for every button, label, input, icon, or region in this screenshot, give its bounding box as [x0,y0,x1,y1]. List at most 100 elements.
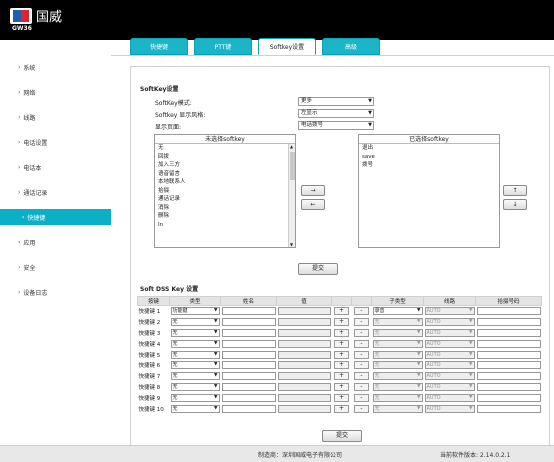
dss-line-select[interactable]: AUTO ▼ [424,328,475,337]
minus-button[interactable]: - [354,339,369,348]
list-item[interactable]: 语音留言 [155,170,295,179]
dss-value-input[interactable] [277,383,331,392]
list-item[interactable]: 删除 [155,212,295,221]
minus-button[interactable]: - [354,394,369,403]
scroll-down-icon[interactable]: ▼ [290,242,293,247]
selected-softkey-list[interactable]: 已选择softkey 退出 save 拨号 [358,134,500,248]
plus-button[interactable]: + [334,404,349,413]
plus-button[interactable]: + [334,383,349,392]
plus-button[interactable]: + [334,307,349,316]
scroll-up-icon[interactable]: ▲ [290,144,293,149]
minus-button[interactable]: - [354,383,369,392]
dss-value-input[interactable] [277,350,331,359]
plus-button[interactable]: + [334,328,349,337]
dss-subtype-select[interactable]: 无 ▼ [372,339,423,348]
dss-name-input[interactable] [221,307,276,316]
sidebar-item[interactable]: › 电话设置 [0,134,111,150]
dss-name-input[interactable] [221,339,276,348]
dss-type-select[interactable]: 无 ▼ [170,317,220,326]
minus-button[interactable]: - [354,328,369,337]
dss-pickup-input[interactable] [476,383,541,392]
dss-value-input[interactable] [277,394,331,403]
dss-subtype-select[interactable]: 无 ▼ [372,383,423,392]
dss-line-select[interactable]: AUTO ▼ [424,317,475,326]
dss-subtype-select[interactable]: 无 ▼ [372,317,423,326]
style-select[interactable]: 左显示 ▼ [298,109,374,118]
dss-name-input[interactable] [221,328,276,337]
dss-subtype-select[interactable]: 无 ▼ [372,404,423,413]
minus-button[interactable]: - [354,404,369,413]
sidebar-item[interactable]: › 网络 [0,84,111,100]
dss-line-select[interactable]: AUTO ▼ [424,339,475,348]
sidebar-item[interactable]: › 设备日志 [0,284,111,300]
dss-value-input[interactable] [277,328,331,337]
dss-name-input[interactable] [221,372,276,381]
softkey-submit-button[interactable]: 提交 [298,263,338,275]
dss-name-input[interactable] [221,350,276,359]
dss-pickup-input[interactable] [476,307,541,316]
dss-type-select[interactable]: 无 ▼ [170,339,220,348]
plus-button[interactable]: + [334,361,349,370]
minus-button[interactable]: - [354,372,369,381]
dss-value-input[interactable] [277,307,331,316]
dss-subtype-select[interactable]: 无 ▼ [372,372,423,381]
list-item[interactable]: 消除 [155,204,295,213]
unselected-softkey-list[interactable]: 未选择softkey 无回拨 加入三方 语音留言 本地联系人 拾掇 通话记录 消除 删除 In … [154,134,296,248]
dss-line-select[interactable]: AUTO ▼ [424,372,475,381]
sidebar-item[interactable]: › 系统 [0,59,111,75]
dss-name-input[interactable] [221,361,276,370]
dss-subtype-select[interactable]: 无 ▼ [372,350,423,359]
dss-subtype-select[interactable]: 无 ▼ [372,361,423,370]
dss-type-select[interactable]: 无 ▼ [170,383,220,392]
dss-line-select[interactable]: AUTO ▼ [424,404,475,413]
mode-select[interactable]: 更多 ▼ [298,97,374,106]
sidebar-item[interactable]: › 安全 [0,259,111,275]
dss-subtype-select[interactable]: 无 ▼ [372,394,423,403]
plus-button[interactable]: + [334,339,349,348]
dss-line-select[interactable]: AUTO ▼ [424,350,475,359]
tab-shortcut[interactable]: 快捷键 [130,38,188,55]
list-item[interactable]: 加入三方 [155,161,295,170]
move-left-button[interactable]: ← [301,199,325,210]
plus-button[interactable]: + [334,394,349,403]
move-up-button[interactable]: ↑ [503,185,527,196]
dss-value-input[interactable] [277,372,331,381]
dss-value-input[interactable] [277,361,331,370]
list-item[interactable]: 拨号 [359,161,499,170]
dss-name-input[interactable] [221,383,276,392]
list-item[interactable]: 退出 [359,144,499,153]
minus-button[interactable]: - [354,307,369,316]
dss-name-input[interactable] [221,317,276,326]
dss-type-select[interactable]: 无 ▼ [170,361,220,370]
dss-name-input[interactable] [221,404,276,413]
plus-button[interactable]: + [334,350,349,359]
list-item[interactable]: 回拨 [155,153,295,162]
dss-pickup-input[interactable] [476,394,541,403]
dss-submit-button[interactable]: 提交 [322,430,362,442]
tab-softkey[interactable]: Softkey设置 [258,38,316,55]
sidebar-item[interactable]: › 通话记录 [0,184,111,200]
minus-button[interactable]: - [354,361,369,370]
scrollbar[interactable]: ▲ ▼ [288,144,295,247]
dss-subtype-select[interactable]: 无 ▼ [372,328,423,337]
move-right-button[interactable]: → [301,185,325,196]
plus-button[interactable]: + [334,372,349,381]
dss-subtype-select[interactable]: 录音 ▼ [372,307,423,316]
list-item[interactable]: 本地联系人 [155,178,295,187]
sidebar-item[interactable]: › 快捷键 [0,209,116,225]
list-item[interactable]: 拾掇 [155,187,295,196]
dss-pickup-input[interactable] [476,372,541,381]
plus-button[interactable]: + [334,317,349,326]
dss-value-input[interactable] [277,339,331,348]
minus-button[interactable]: - [354,317,369,326]
dss-type-select[interactable]: 无 ▼ [170,404,220,413]
sidebar-item[interactable]: › 线路 [0,109,111,125]
dss-pickup-input[interactable] [476,328,541,337]
dss-pickup-input[interactable] [476,317,541,326]
dss-type-select[interactable]: 无 ▼ [170,394,220,403]
dss-line-select[interactable]: AUTO ▼ [424,307,475,316]
dss-pickup-input[interactable] [476,350,541,359]
sidebar-item[interactable]: › 应用 [0,234,111,250]
dss-type-select[interactable]: 无 ▼ [170,328,220,337]
dss-pickup-input[interactable] [476,404,541,413]
